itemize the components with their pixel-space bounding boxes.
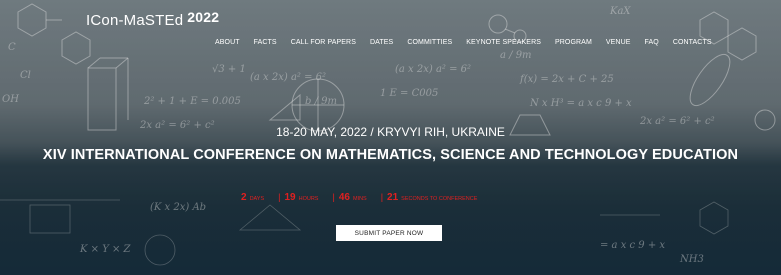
countdown-days-label: DAYS — [249, 196, 265, 202]
submit-paper-button[interactable]: SUBMIT PAPER NOW — [336, 225, 442, 241]
countdown-hours-label: HOURS — [298, 196, 319, 202]
logo-name: ICon-MaSTEd — [86, 12, 184, 29]
nav-item-dates[interactable]: DATES — [370, 39, 393, 46]
nav-item-program[interactable]: PROGRAM — [555, 39, 592, 46]
countdown-hours-value: 19 — [284, 192, 296, 203]
event-title: XIV INTERNATIONAL CONFERENCE ON MATHEMAT… — [42, 147, 739, 163]
countdown-hours: 19 HOURS — [284, 192, 318, 203]
nav-item-about[interactable]: ABOUT — [215, 39, 240, 46]
countdown-separator: | — [332, 192, 335, 202]
countdown-mins-label: MINS — [352, 196, 367, 202]
countdown-mins: 46 MINS — [339, 192, 367, 203]
nav-item-facts[interactable]: FACTS — [254, 39, 277, 46]
nav-item-call-for-papers[interactable]: CALL FOR PAPERS — [291, 39, 356, 46]
countdown-days: 2 DAYS — [241, 192, 264, 203]
countdown-mins-value: 46 — [338, 192, 350, 203]
site-logo[interactable]: ICon-MaSTEd 2022 — [86, 9, 219, 29]
nav-item-committies[interactable]: COMMITTIES — [407, 39, 452, 46]
countdown-timer: 2 DAYS | 19 HOURS | 46 MINS | 21 SECONDS… — [241, 192, 491, 203]
main-nav: ABOUT FACTS CALL FOR PAPERS DATES COMMIT… — [215, 39, 726, 46]
event-date-location: 18-20 MAY, 2022 / KRYVYI RIH, UKRAINE — [276, 125, 505, 139]
countdown-seconds-label: SECONDS TO CONFERENCE — [401, 196, 478, 202]
countdown-days-value: 2 — [241, 192, 247, 203]
countdown-separator: | — [380, 192, 384, 202]
countdown-seconds-value: 21 — [387, 192, 399, 203]
countdown-separator: | — [278, 192, 281, 202]
countdown-seconds: 21 SECONDS TO CONFERENCE — [387, 192, 477, 203]
nav-item-keynote-speakers[interactable]: KEYNOTE SPEAKERS — [466, 39, 541, 46]
nav-item-contacts[interactable]: CONTACTS — [673, 39, 712, 46]
logo-year: 2022 — [187, 9, 220, 25]
nav-item-venue[interactable]: VENUE — [606, 39, 631, 46]
nav-item-faq[interactable]: FAQ — [645, 39, 659, 46]
